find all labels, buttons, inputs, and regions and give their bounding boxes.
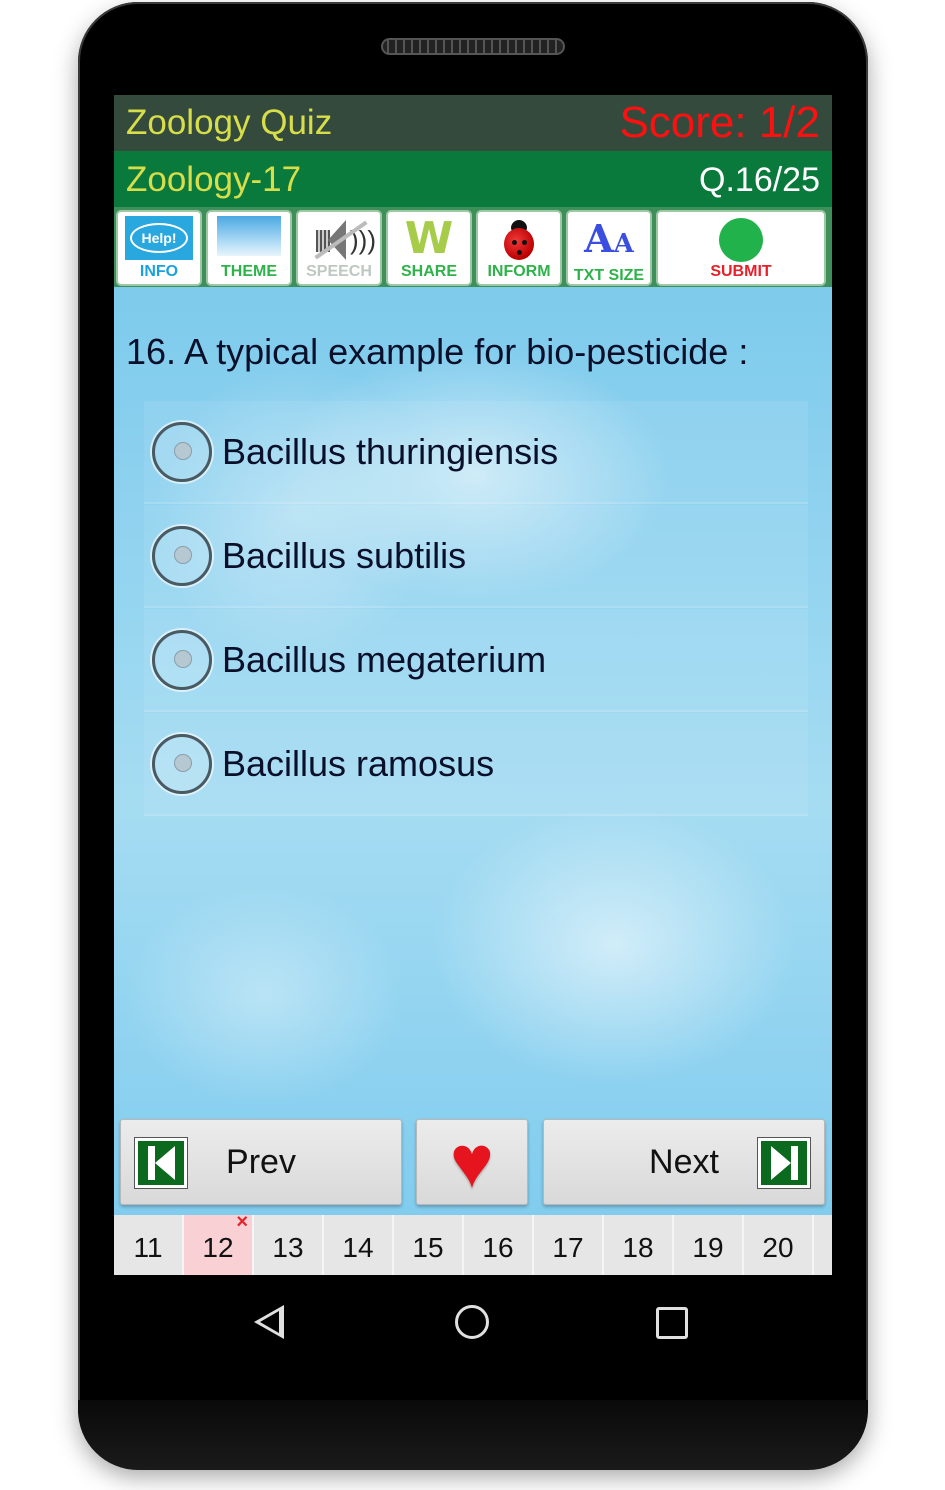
question-number[interactable]: 15 xyxy=(394,1215,464,1275)
ladybug-icon xyxy=(496,216,542,262)
question-number-label: 17 xyxy=(552,1232,584,1263)
phone-chin xyxy=(78,1400,868,1470)
question-number[interactable]: 11 xyxy=(114,1215,184,1275)
skip-next-icon xyxy=(757,1137,811,1189)
question-number-label: 19 xyxy=(692,1232,724,1263)
question-number[interactable]: 16 xyxy=(464,1215,534,1275)
answer-options: Bacillus thuringiensis Bacillus subtilis… xyxy=(144,401,808,817)
question-number[interactable]: 17 xyxy=(534,1215,604,1275)
question-number-wrong[interactable]: 12 × xyxy=(184,1211,254,1275)
theme-icon xyxy=(217,216,281,256)
score-display: Score: 1/2 xyxy=(619,98,820,147)
question-number-strip[interactable]: 11 12 × 13 14 15 16 17 18 19 20 xyxy=(114,1211,832,1275)
theme-button[interactable]: THEME xyxy=(206,210,292,286)
radio-button[interactable] xyxy=(152,629,212,690)
navigation-row: Prev ♥ Next xyxy=(114,1117,832,1207)
radio-button[interactable] xyxy=(152,421,212,482)
green-dot-icon xyxy=(719,218,763,262)
option-4[interactable]: Bacillus ramosus xyxy=(144,713,808,816)
prev-button[interactable]: Prev xyxy=(120,1119,402,1205)
quiz-name: Zoology-17 xyxy=(126,160,302,199)
radio-button[interactable] xyxy=(152,525,212,586)
next-button[interactable]: Next xyxy=(543,1119,825,1205)
inform-button[interactable]: INFORM xyxy=(476,210,562,286)
question-number-label: 12 xyxy=(202,1232,234,1263)
info-label: INFO xyxy=(139,263,179,280)
question-number-label: 15 xyxy=(412,1232,444,1263)
info-button[interactable]: Help! INFO xyxy=(116,210,202,286)
question-counter: Q.16/25 xyxy=(699,160,820,199)
favorite-button[interactable]: ♥ xyxy=(416,1119,528,1205)
text-size-button[interactable]: AA TXT SIZE xyxy=(566,210,652,286)
next-label: Next xyxy=(649,1142,719,1181)
skip-previous-icon xyxy=(134,1137,188,1189)
question-number-label: 16 xyxy=(482,1232,514,1263)
help-icon: Help! xyxy=(125,216,193,260)
inform-label: INFORM xyxy=(487,263,551,280)
system-navigation-bar xyxy=(114,1280,832,1370)
speech-button[interactable]: ))) SPEECH xyxy=(296,210,382,286)
share-icon: W xyxy=(404,213,454,264)
radio-button[interactable] xyxy=(152,733,212,794)
question-number[interactable]: 18 xyxy=(604,1215,674,1275)
option-label: Bacillus thuringiensis xyxy=(222,430,559,472)
submit-label: SUBMIT xyxy=(710,263,772,280)
submit-button[interactable]: SUBMIT xyxy=(656,210,826,286)
question-number-label: 18 xyxy=(622,1232,654,1263)
question-number-label: 13 xyxy=(272,1232,304,1263)
question-number[interactable]: 19 xyxy=(674,1215,744,1275)
home-icon[interactable] xyxy=(455,1305,489,1339)
wrong-x-icon: × xyxy=(236,1211,248,1233)
back-icon[interactable] xyxy=(254,1305,284,1339)
question-number[interactable]: 14 xyxy=(324,1215,394,1275)
option-label: Bacillus megaterium xyxy=(222,638,547,680)
question-number-label: 14 xyxy=(342,1232,374,1263)
theme-label: THEME xyxy=(221,263,277,280)
help-bubble-text: Help! xyxy=(130,223,188,253)
question-number-label: 20 xyxy=(762,1232,794,1263)
question-number[interactable]: 13 xyxy=(254,1215,324,1275)
option-2[interactable]: Bacillus subtilis xyxy=(144,505,808,608)
speech-label: SPEECH xyxy=(306,263,372,280)
quiz-info-bar: Zoology-17 Q.16/25 xyxy=(114,151,832,209)
app-title: Zoology Quiz xyxy=(126,103,333,142)
text-size-icon: AA xyxy=(584,216,634,261)
speech-muted-icon: ))) xyxy=(304,216,376,263)
question-text: 16. A typical example for bio-pesticide … xyxy=(126,331,749,372)
option-label: Bacillus ramosus xyxy=(222,742,495,784)
text-size-label: TXT SIZE xyxy=(573,267,645,284)
heart-icon: ♥ xyxy=(450,1120,494,1203)
toolbar: Help! INFO THEME ))) SPEECH W SHARE INFO… xyxy=(114,207,832,287)
recent-apps-icon[interactable] xyxy=(656,1307,688,1339)
prev-label: Prev xyxy=(226,1142,296,1181)
question-number-label: 11 xyxy=(133,1232,163,1263)
earpiece-speaker xyxy=(381,38,565,55)
option-1[interactable]: Bacillus thuringiensis xyxy=(144,401,808,504)
option-3[interactable]: Bacillus megaterium xyxy=(144,609,808,712)
option-label: Bacillus subtilis xyxy=(222,534,467,576)
share-button[interactable]: W SHARE xyxy=(386,210,472,286)
question-number[interactable]: 20 xyxy=(744,1215,814,1275)
title-bar: Zoology Quiz Score: 1/2 xyxy=(114,95,832,151)
app-screen: Zoology Quiz Score: 1/2 Zoology-17 Q.16/… xyxy=(114,95,832,1275)
share-label: SHARE xyxy=(400,263,457,280)
